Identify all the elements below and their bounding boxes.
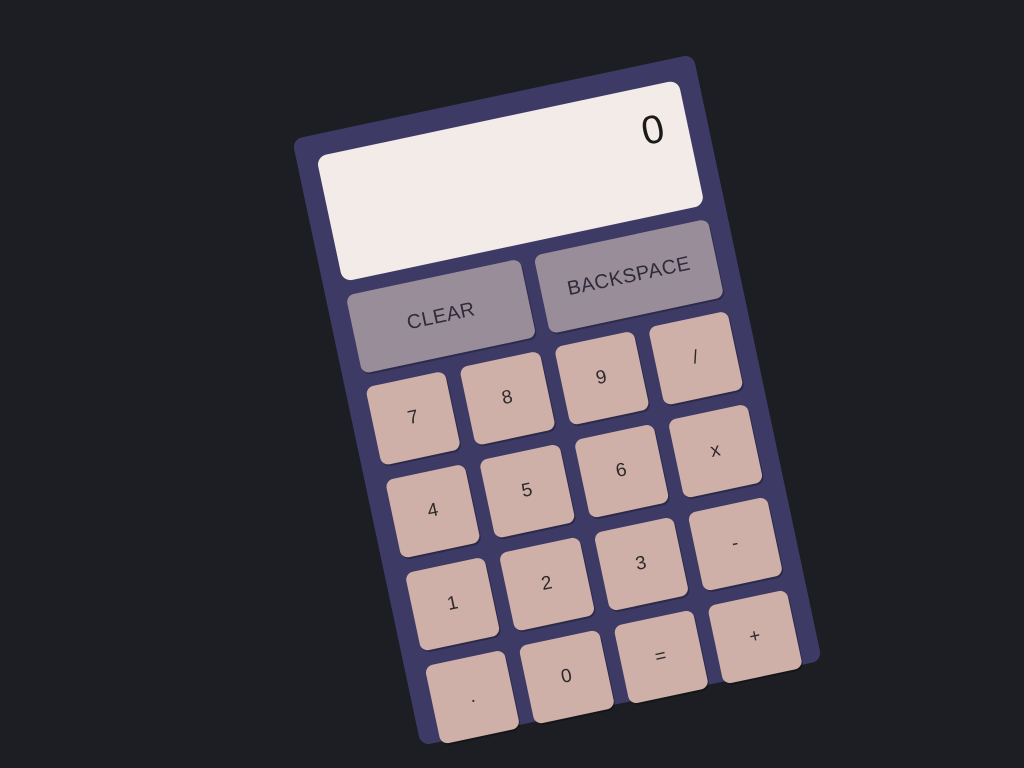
key-6[interactable]: 6 (573, 423, 670, 519)
keypad: 7 8 9 / 4 5 6 x 1 2 3 - . 0 = + (365, 310, 804, 745)
key-multiply[interactable]: x (667, 403, 764, 499)
key-9[interactable]: 9 (553, 330, 650, 426)
key-4[interactable]: 4 (384, 463, 482, 559)
key-decimal[interactable]: . (424, 649, 521, 745)
key-5[interactable]: 5 (479, 443, 576, 539)
key-add[interactable]: + (706, 589, 804, 685)
key-8[interactable]: 8 (459, 350, 556, 446)
key-7[interactable]: 7 (365, 370, 462, 466)
key-equals[interactable]: = (612, 609, 709, 705)
page: 0 CLEAR BACKSPACE 7 8 9 / 4 5 6 x 1 2 3 … (0, 0, 1024, 768)
key-1[interactable]: 1 (404, 556, 501, 652)
key-divide[interactable]: / (647, 310, 744, 406)
key-0[interactable]: 0 (518, 629, 615, 725)
display-value: 0 (637, 106, 669, 155)
calculator: 0 CLEAR BACKSPACE 7 8 9 / 4 5 6 x 1 2 3 … (292, 54, 822, 746)
key-subtract[interactable]: - (687, 496, 784, 592)
key-2[interactable]: 2 (498, 536, 595, 632)
key-3[interactable]: 3 (593, 516, 690, 612)
